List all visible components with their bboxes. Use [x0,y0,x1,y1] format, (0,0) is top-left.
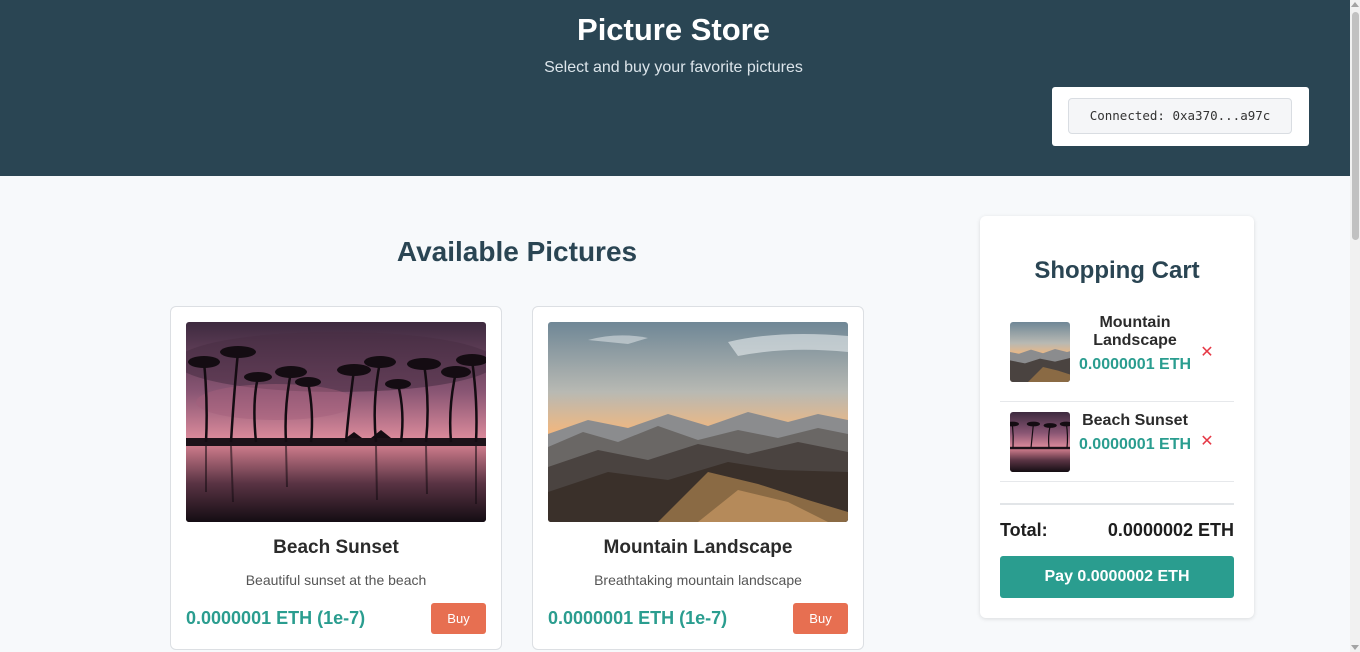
scroll-down-arrow-icon[interactable] [1351,645,1359,650]
picture-price: 0.0000001 ETH (1e-7) [548,608,728,628]
page-scrollbar[interactable] [1350,0,1360,652]
cart-item-price: 0.0000001 ETH [1078,436,1192,453]
cart-item-info: Beach Sunset 0.0000001 ETH [1064,412,1206,454]
cart-item-price: 0.0000001 ETH [1078,356,1192,373]
cart-item-mountain-landscape: Mountain Landscape 0.0000001 ETH ✕ [1000,314,1234,402]
picture-description: Beautiful sunset at the beach [245,572,427,588]
page-subtitle: Select and buy your favorite pictures [544,59,803,76]
pay-button[interactable]: Pay 0.0000002 ETH [1000,556,1234,598]
remove-close-icon[interactable]: ✕ [1198,343,1216,361]
beach-sunset-image [186,322,486,522]
cart-total-value: 0.0000002 ETH [1107,520,1234,540]
picture-description: Breathtaking mountain landscape [594,572,802,588]
buy-button-mountain-landscape[interactable]: Buy [793,603,848,634]
catalog-title: Available Pictures [396,236,638,267]
cart-item-name: Beach Sunset [1082,412,1188,429]
picture-price: 0.0000001 ETH (1e-7) [186,608,366,628]
remove-close-icon[interactable]: ✕ [1198,432,1216,450]
wallet-panel: Connected: 0xa370...a97c [1052,87,1309,146]
cart-divider [1000,503,1234,505]
picture-name: Mountain Landscape [603,537,793,558]
cart-item-name: Mountain Landscape [1093,314,1177,349]
cart-item-beach-sunset: Beach Sunset 0.0000001 ETH ✕ [1000,402,1234,482]
cart-item-info: Mountain Landscape 0.0000001 ETH [1074,314,1196,374]
cart-title: Shopping Cart [1034,257,1200,284]
picture-card-beach-sunset: Beach Sunset Beautiful sunset at the bea… [170,306,502,650]
buy-button-beach-sunset[interactable]: Buy [431,603,486,634]
cart-thumbnail [1010,322,1070,382]
picture-card-mountain-landscape: Mountain Landscape Breathtaking mountain… [532,306,864,650]
cart-thumbnail [1010,412,1070,472]
scroll-thumb[interactable] [1352,12,1359,240]
store-header: Picture Store Select and buy your favori… [0,0,1350,176]
wallet-status[interactable]: Connected: 0xa370...a97c [1068,98,1292,134]
cart-total-label: Total: [1000,520,1048,540]
page-title: Picture Store [577,12,770,47]
mountain-landscape-image [548,322,848,522]
picture-name: Beach Sunset [273,537,399,558]
scroll-up-arrow-icon[interactable] [1351,2,1359,7]
shopping-cart-panel: Shopping Cart Mountain Landscape 0.00000… [980,216,1254,618]
